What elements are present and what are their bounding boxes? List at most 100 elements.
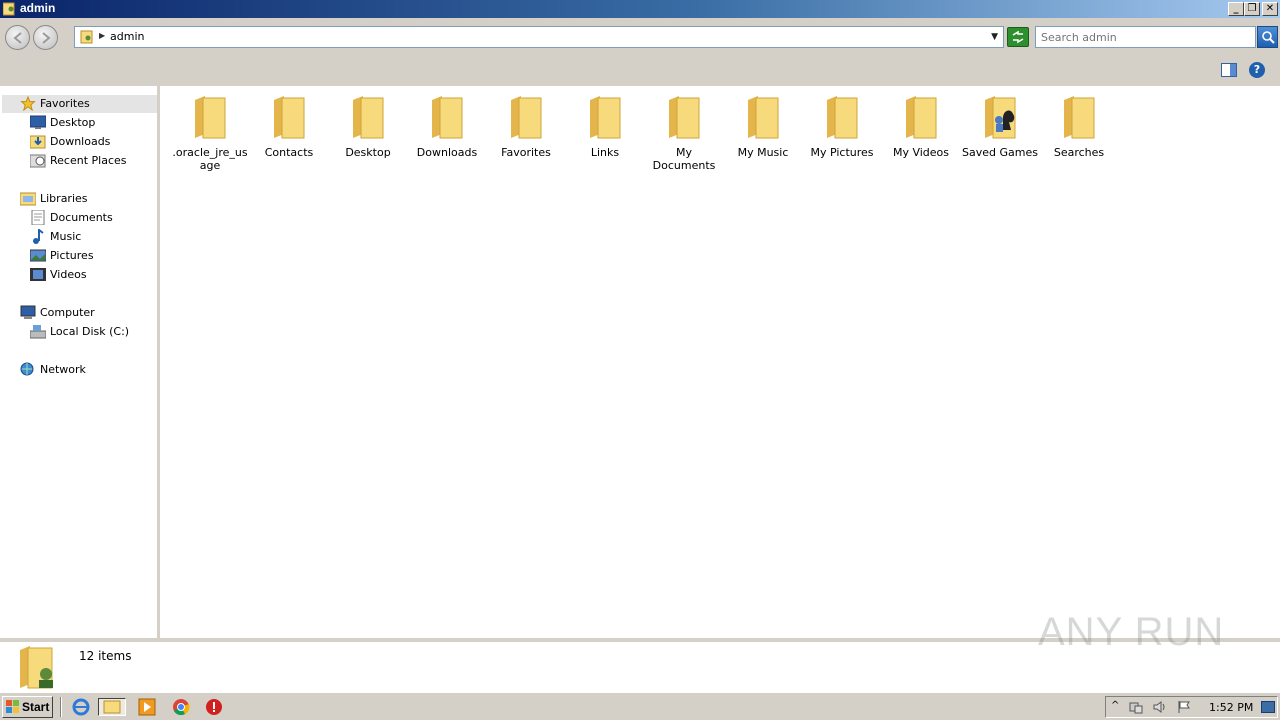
preview-pane-icon[interactable] (1221, 63, 1237, 77)
folder-name: Searches (1053, 146, 1105, 159)
close-icon: ✕ (1265, 3, 1275, 14)
folder-icon (509, 94, 543, 140)
folder-item[interactable]: My Pictures (804, 94, 880, 159)
downloads-icon (30, 135, 46, 149)
folder-item[interactable]: My Videos (883, 94, 959, 159)
folder-item[interactable]: My Documents (646, 94, 722, 172)
recent-places-icon (30, 154, 46, 168)
folder-icon (430, 94, 464, 140)
folder-name: My Documents (652, 146, 716, 172)
search-button[interactable] (1257, 26, 1278, 48)
chevron-up-icon[interactable]: ^ (1111, 700, 1125, 714)
folder-item[interactable]: My Music (725, 94, 801, 159)
address-bar[interactable]: ▶ admin ▼ (74, 26, 1004, 48)
address-row: ▶ admin ▼ (0, 18, 1280, 56)
folder-item[interactable]: Desktop (330, 94, 406, 159)
internet-explorer-icon[interactable] (72, 698, 90, 716)
saved-games-folder-icon (983, 94, 1017, 140)
folder-icon (351, 94, 385, 140)
folder-item[interactable]: Links (567, 94, 643, 159)
folder-name: .oracle_jre_usage (172, 146, 248, 172)
nav-libraries-label: Libraries (40, 192, 88, 205)
computer-icon (20, 305, 36, 319)
item-count: 12 items (79, 649, 132, 663)
nav-favorites[interactable]: Favorites (2, 95, 157, 113)
arrow-left-icon (13, 32, 22, 44)
start-label: Start (22, 700, 50, 714)
nav-item-label: Local Disk (C:) (50, 325, 130, 338)
folder-icon (667, 94, 701, 140)
taskbar-separator (60, 697, 62, 717)
folder-item[interactable]: Downloads (409, 94, 485, 159)
nav-computer-label: Computer (40, 306, 95, 319)
title-bar: admin _ ❐ ✕ (0, 0, 1280, 18)
volume-icon[interactable] (1153, 700, 1167, 714)
windows-logo-icon (6, 700, 19, 713)
music-icon (33, 229, 44, 244)
folder-user-icon (80, 30, 93, 44)
restore-icon: ❐ (1247, 3, 1257, 14)
forward-button[interactable] (33, 25, 58, 50)
nav-item-label: Desktop (50, 116, 96, 129)
help-icon[interactable]: ? (1249, 62, 1265, 78)
restore-button[interactable]: ❐ (1244, 2, 1260, 16)
folder-name: Desktop (345, 146, 391, 159)
folder-item[interactable]: Saved Games (962, 94, 1038, 159)
stop-icon[interactable] (205, 698, 223, 716)
minimize-button[interactable]: _ (1228, 2, 1244, 16)
pictures-icon (30, 249, 46, 262)
command-bar: ? (0, 56, 1280, 86)
minimize-icon: _ (1233, 3, 1239, 14)
folder-icon (193, 94, 227, 140)
folder-item[interactable]: Favorites (488, 94, 564, 159)
system-tray: ^ 1:52 PM (1105, 696, 1278, 718)
refresh-button[interactable] (1007, 27, 1029, 47)
search-input[interactable] (1041, 28, 1241, 46)
nav-item-label: Pictures (50, 249, 94, 262)
network-icon (20, 362, 34, 376)
explorer-taskbar-button[interactable] (98, 698, 126, 716)
back-button[interactable] (5, 25, 30, 50)
chevron-down-icon[interactable]: ▼ (991, 32, 998, 42)
chrome-icon[interactable] (172, 698, 190, 716)
folder-icon (1062, 94, 1096, 140)
folder-name: My Pictures (810, 146, 874, 159)
folder-name: Saved Games (962, 146, 1038, 159)
arrow-right-icon (42, 32, 51, 44)
nav-item-label: Videos (50, 268, 87, 281)
action-center-flag-icon[interactable] (1177, 700, 1191, 714)
nav-item-label: Documents (50, 211, 113, 224)
folder-icon (588, 94, 622, 140)
nav-favorites-label: Favorites (40, 97, 90, 110)
close-button[interactable]: ✕ (1262, 2, 1278, 16)
search-box[interactable] (1035, 26, 1256, 48)
folder-icon (825, 94, 859, 140)
clock[interactable]: 1:52 PM (1209, 701, 1253, 714)
folder-name: My Music (737, 146, 789, 159)
taskbar: Start ^ 1:52 PM (0, 692, 1280, 720)
watermark-text: ANY RUN (1038, 610, 1225, 654)
star-icon (20, 96, 36, 111)
folder-item[interactable]: .oracle_jre_usage (172, 94, 248, 172)
start-button[interactable]: Start (2, 696, 53, 718)
nav-item-label: Recent Places (50, 154, 127, 167)
folder-icon (272, 94, 306, 140)
folder-name: Favorites (501, 146, 551, 159)
network-tray-icon[interactable] (1129, 700, 1143, 714)
videos-icon (30, 268, 46, 281)
breadcrumb-separator-icon[interactable]: ▶ (99, 31, 105, 40)
folder-user-icon (20, 646, 53, 689)
show-desktop-button[interactable] (1261, 701, 1275, 713)
watermark-logo: ANY RUN (1038, 610, 1238, 670)
window-title: admin (20, 1, 56, 15)
folder-icon (904, 94, 938, 140)
documents-icon (31, 210, 45, 225)
media-player-icon[interactable] (138, 698, 156, 716)
navigation-pane: Favorites Desktop Downloads Recent Place… (0, 86, 157, 638)
file-list: .oracle_jre_usage Contacts Desktop Downl… (160, 86, 1280, 638)
folder-item[interactable]: Contacts (251, 94, 327, 159)
nav-network-label: Network (40, 363, 86, 376)
libraries-icon (20, 192, 36, 206)
breadcrumb-path[interactable]: admin (110, 30, 144, 43)
folder-item[interactable]: Searches (1041, 94, 1117, 159)
